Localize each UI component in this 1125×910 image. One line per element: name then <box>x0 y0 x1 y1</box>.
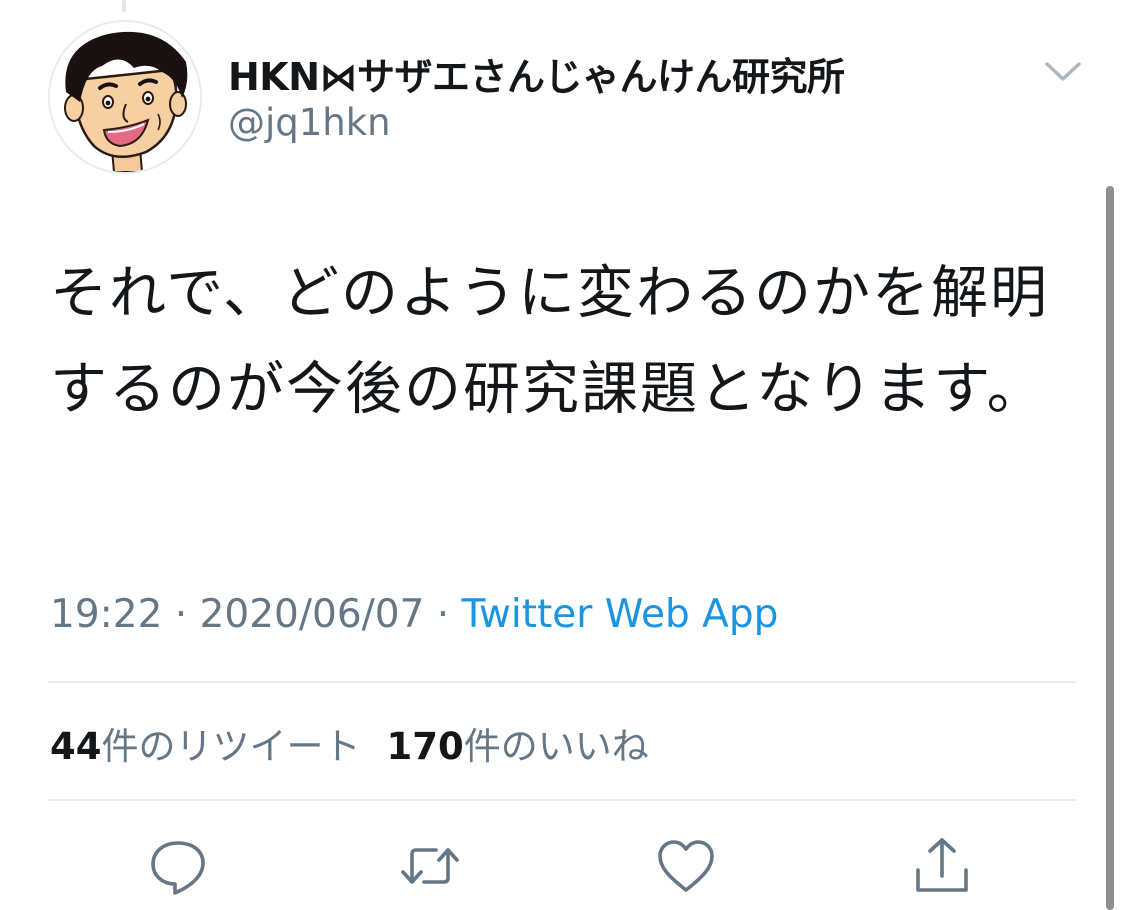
likes-label: 件のいいね <box>463 725 649 768</box>
thread-connector-line <box>122 0 126 12</box>
author-display-name[interactable]: HKN⋈サザエさんじゃんけん研究所 <box>228 46 845 101</box>
meta-separator: · <box>162 592 200 637</box>
divider <box>48 799 1076 801</box>
retweet-icon[interactable] <box>400 836 460 896</box>
retweets-label: 件のリツイート <box>101 725 361 768</box>
tweet-time: 19:22 <box>50 592 163 637</box>
chevron-down-icon[interactable] <box>1040 52 1086 92</box>
tweet-date: 2020/06/07 <box>199 592 425 637</box>
reply-icon[interactable] <box>148 836 208 896</box>
tweet-detail-view: HKN⋈サザエさんじゃんけん研究所 @jq1hkn それで、どのように変わるのか… <box>0 0 1125 910</box>
tweet-source-link[interactable]: Twitter Web App <box>462 592 779 637</box>
avatar[interactable] <box>48 20 202 174</box>
likes-count: 170 <box>386 725 464 768</box>
tweet-meta: 19:22 · 2020/06/07 · Twitter Web App <box>50 592 778 637</box>
divider <box>48 681 1076 683</box>
avatar-cartoon-face-icon <box>50 22 200 172</box>
retweets-stat[interactable]: 44件のリツイート <box>50 725 361 768</box>
share-icon[interactable] <box>912 836 972 896</box>
like-icon[interactable] <box>656 836 716 896</box>
author-handle[interactable]: @jq1hkn <box>228 101 391 144</box>
scrollbar[interactable] <box>1106 186 1114 910</box>
tweet-body-text: それで、どのように変わるのかを解明するのが今後の研究課題となります。 <box>50 260 1050 422</box>
meta-separator: · <box>424 592 462 637</box>
retweets-count: 44 <box>50 725 102 768</box>
likes-stat[interactable]: 170件のいいね <box>387 725 649 768</box>
tweet-stats: 44件のリツイート 170件のいいね <box>50 716 649 770</box>
